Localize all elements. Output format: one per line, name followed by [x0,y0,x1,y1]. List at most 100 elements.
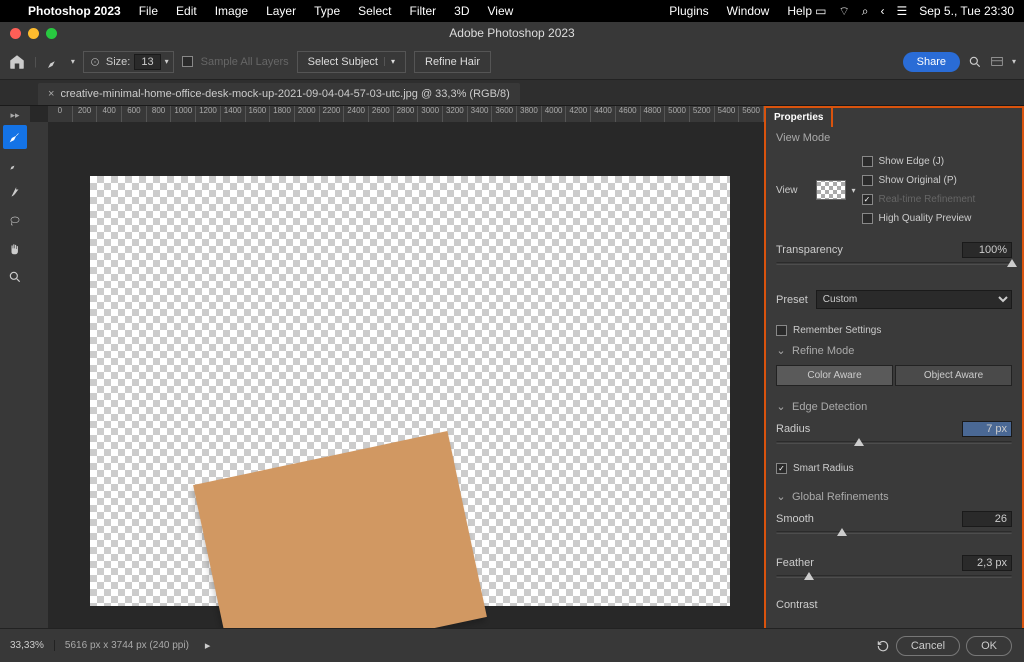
show-original-checkbox[interactable] [862,175,873,186]
ok-button[interactable]: OK [966,636,1012,656]
view-thumbnail[interactable] [816,180,846,200]
status-bar: 33,33% 5616 px x 3744 px (240 ppi) ▸ Can… [0,628,1024,662]
canvas-area[interactable]: 0200400600800100012001400160018002000220… [30,106,764,646]
contrast-label: Contrast [776,599,836,611]
notebook-object [193,431,487,646]
search-icon[interactable] [968,55,982,69]
radius-slider[interactable] [776,439,1012,455]
show-edge-checkbox[interactable] [862,156,873,167]
maximize-window-button[interactable] [46,28,57,39]
expand-toolbar-icon[interactable]: ▸▸ [10,110,19,121]
edge-detection-label: Edge Detection [792,401,867,413]
remember-settings-checkbox[interactable] [776,325,787,336]
transparency-label: Transparency [776,244,836,256]
select-subject-button[interactable]: Select Subject ▾ [297,51,406,73]
arrow-icon[interactable]: ‹ [880,4,884,18]
smart-radius-checkbox[interactable] [776,463,787,474]
lasso-tool[interactable] [3,209,27,233]
document-tab[interactable]: × creative-minimal-home-office-desk-mock… [38,83,520,105]
cancel-button[interactable]: Cancel [896,636,960,656]
brush-preview-icon[interactable] [45,53,63,71]
brush-tool[interactable] [3,153,27,177]
menu-edit[interactable]: Edit [176,4,197,18]
menu-type[interactable]: Type [314,4,340,18]
feather-slider[interactable] [776,573,1012,589]
search-icon[interactable]: ⌕ [862,4,869,19]
chevron-down-icon[interactable]: ▾ [384,57,395,66]
menu-window[interactable]: Window [727,4,770,18]
properties-tab[interactable]: Properties [764,106,833,127]
object-aware-button[interactable]: Object Aware [895,365,1012,386]
radius-value[interactable]: 7 px [962,421,1012,437]
chevron-down-icon[interactable]: ▾ [71,57,75,66]
chevron-icon[interactable]: ▸ [199,639,217,652]
menu-select[interactable]: Select [358,4,391,18]
zoom-tool[interactable] [3,265,27,289]
hq-preview-label: High Quality Preview [879,213,972,224]
show-original-label: Show Original (P) [879,175,957,186]
canvas-transparency [90,176,730,606]
sample-all-layers-label: Sample All Layers [201,56,289,68]
close-window-button[interactable] [10,28,21,39]
window-title: Adobe Photoshop 2023 [449,26,574,40]
smooth-slider[interactable] [776,529,1012,545]
macos-menubar: Photoshop 2023 File Edit Image Layer Typ… [0,0,1024,22]
circle-icon [88,55,102,69]
hand-tool[interactable] [3,237,27,261]
chevron-down-icon[interactable]: ⌄ [776,400,786,413]
quick-select-tool[interactable] [3,125,27,149]
smooth-label: Smooth [776,513,836,525]
menu-file[interactable]: File [139,4,158,18]
chevron-down-icon[interactable]: ⌄ [776,490,786,503]
refine-mode-group: Color Aware Object Aware [776,365,1012,386]
chevron-down-icon[interactable]: ▾ [165,57,169,66]
app-title[interactable]: Photoshop 2023 [28,4,121,18]
doc-dimensions: 5616 px x 3744 px (240 ppi) [54,640,199,651]
clock[interactable]: Sep 5., Tue 23:30 [919,4,1014,18]
view-label: View [776,185,798,196]
minimize-window-button[interactable] [28,28,39,39]
close-tab-icon[interactable]: × [48,88,54,100]
chevron-down-icon[interactable]: ▾ [852,186,856,195]
menu-plugins[interactable]: Plugins [669,4,708,18]
chevron-down-icon[interactable]: ⌄ [776,344,786,357]
control-center-icon[interactable]: ☰ [896,4,907,18]
battery-icon[interactable]: ▭ [815,4,826,18]
menu-layer[interactable]: Layer [266,4,296,18]
chevron-down-icon[interactable]: ▾ [1012,57,1016,66]
wifi-icon[interactable]: ⌔ [838,4,849,19]
feather-value[interactable]: 2,3 px [962,555,1012,571]
color-aware-button[interactable]: Color Aware [776,365,893,386]
share-button[interactable]: Share [903,52,960,72]
menu-view[interactable]: View [488,4,514,18]
refine-brush-tool[interactable] [3,181,27,205]
ruler-horizontal: 0200400600800100012001400160018002000220… [48,106,764,122]
remember-settings-label: Remember Settings [793,325,881,336]
reset-icon[interactable] [876,639,890,653]
menu-help[interactable]: Help [787,4,812,18]
zoom-level[interactable]: 33,33% [0,640,54,651]
transparency-slider[interactable] [776,260,1012,276]
refine-mode-label: Refine Mode [792,345,854,357]
smooth-value[interactable]: 26 [962,511,1012,527]
home-icon[interactable] [8,53,26,71]
global-refinements-label: Global Refinements [792,491,889,503]
smart-radius-label: Smart Radius [793,463,854,474]
preset-select[interactable]: Custom [816,290,1012,309]
left-toolbar: ▸▸ [0,106,30,646]
menu-filter[interactable]: Filter [409,4,436,18]
brush-size-widget[interactable]: Size: 13 ▾ [83,51,174,73]
radius-label: Radius [776,423,836,435]
hq-preview-checkbox[interactable] [862,213,873,224]
size-value[interactable]: 13 [134,54,160,70]
sample-all-layers-checkbox [182,56,193,67]
document-tabbar: × creative-minimal-home-office-desk-mock… [0,80,1024,106]
options-bar: | ▾ Size: 13 ▾ Sample All Layers Select … [0,44,1024,80]
transparency-value[interactable]: 100% [962,242,1012,258]
refine-hair-button[interactable]: Refine Hair [414,51,491,73]
main-area: ▸▸ 0200400600800100012001400160018002000… [0,106,1024,646]
menu-image[interactable]: Image [215,4,248,18]
menu-3d[interactable]: 3D [454,4,469,18]
properties-panel: Properties View Mode View ▾ Show Edge (J… [764,106,1024,646]
workspace-icon[interactable] [990,55,1004,69]
